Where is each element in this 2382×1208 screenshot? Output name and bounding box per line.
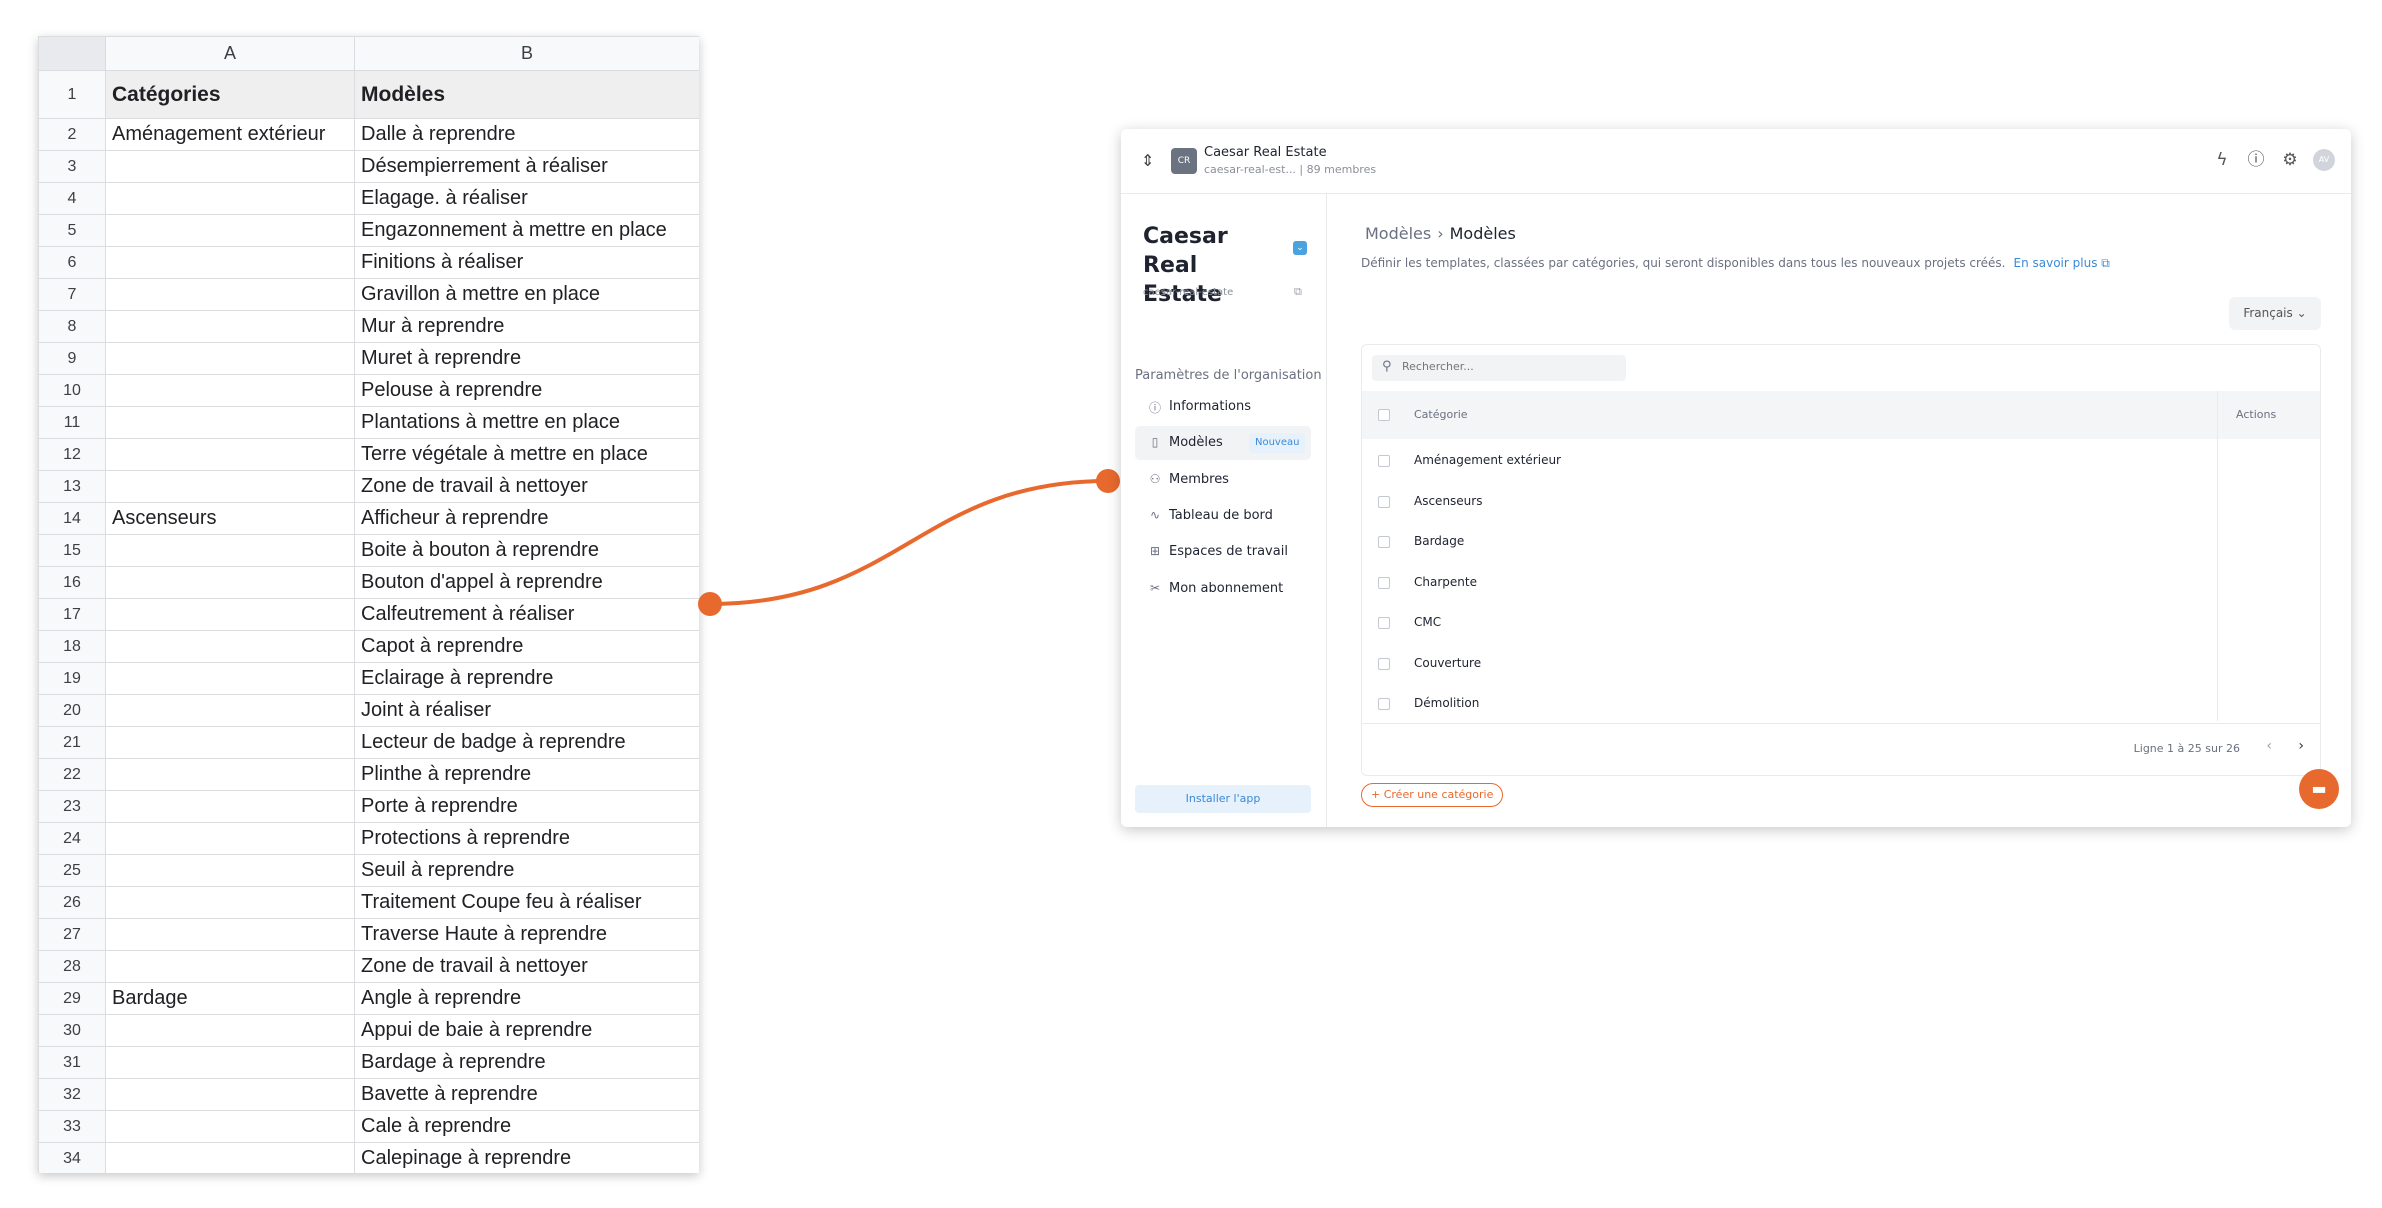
main-content: Modèles › Modèles Définir les templates, c… [1327, 194, 2351, 827]
row-checkbox[interactable] [1378, 536, 1390, 548]
row-checkbox[interactable] [1378, 495, 1390, 508]
sidebar-item-informations[interactable]: ⓘ Informations [1135, 390, 1311, 424]
sidebar-item-label: Espaces de travail [1169, 544, 1288, 559]
row-checkbox[interactable] [1378, 657, 1390, 670]
chat-icon: ▬ [2311, 779, 2327, 798]
breadcrumb: Modèles › Modèles [1365, 224, 1516, 243]
list-item[interactable]: Démolition [1362, 683, 2216, 724]
gear-icon[interactable]: ⚙ [2279, 149, 2301, 171]
list-item[interactable]: CMC [1362, 602, 2216, 643]
column-header-category[interactable]: Catégorie [1414, 408, 1468, 421]
table-footer: Ligne 1 à 25 sur 26 ‹ › [1362, 723, 2320, 774]
list-item[interactable]: Bardage [1362, 521, 2216, 562]
breadcrumb-current: Modèles [1449, 224, 1516, 243]
create-category-button[interactable]: + Créer une catégorie [1361, 783, 1504, 807]
pagination-text: Ligne 1 à 25 sur 26 [2133, 742, 2240, 755]
sidebar-item-espaces-de-travail[interactable]: ⊞ Espaces de travail [1135, 535, 1311, 569]
app-window: ⇕ CR Caesar Real Estate caesar-real-est.… [1121, 129, 2351, 827]
new-badge: Nouveau [1249, 433, 1306, 453]
activity-icon: ∿ [1149, 508, 1161, 522]
search-box[interactable]: ⚲ [1372, 355, 1626, 381]
plus-icon: + [1371, 788, 1381, 801]
row-checkbox[interactable] [1378, 455, 1390, 467]
language-label: Français [2243, 306, 2293, 320]
sidebar-item-label: Informations [1169, 399, 1252, 414]
row-checkbox[interactable] [1378, 698, 1390, 710]
chat-button[interactable]: ▬ [2299, 769, 2339, 809]
list-item[interactable]: Charpente [1362, 562, 2216, 603]
info-icon: ⓘ [1148, 401, 1161, 415]
book-icon: ▯ [1151, 435, 1159, 449]
chevron-right-icon[interactable]: › [2298, 738, 2304, 754]
learn-more-link[interactable]: En savoir plus ⧉ [2014, 256, 2110, 270]
sidebar: Caesar Real Estate ⌄ caesar-real-estate … [1121, 194, 1327, 827]
category-name: CMC [1414, 615, 1442, 629]
chevron-left-icon[interactable]: ‹ [2266, 738, 2272, 754]
column-divider [2217, 391, 2218, 721]
category-name: Charpente [1414, 574, 1477, 589]
list-item[interactable]: Aménagement extérieur [1362, 440, 2216, 481]
description-text: Définir les templates, classées par caté… [1361, 256, 2006, 270]
category-name: Bardage [1414, 534, 1465, 548]
sidebar-item-modeles[interactable]: ▯ Modèles Nouveau [1135, 426, 1311, 460]
category-name: Aménagement extérieur [1414, 453, 1561, 467]
search-input[interactable] [1400, 359, 1614, 374]
workspace-slug: caesar-real-estate [1143, 287, 1234, 298]
table-header: Catégorie Actions [1362, 391, 2320, 439]
org-subtitle: caesar-real-est... | 89 membres [1204, 163, 1377, 176]
categories-table: ⚲ Catégorie Actions Aménagement extérieu… [1361, 344, 2321, 776]
page-description: Définir les templates, classées par caté… [1361, 256, 2110, 271]
category-name: Démolition [1414, 696, 1480, 710]
chevron-down-icon: ⌄ [2296, 306, 2307, 320]
category-name: Couverture [1414, 655, 1482, 670]
row-checkbox[interactable] [1378, 617, 1390, 629]
connector-start-dot [698, 592, 722, 616]
column-header-actions: Actions [2236, 408, 2277, 421]
category-name: Ascenseurs [1414, 493, 1483, 508]
copy-icon[interactable]: ⧉ [1294, 285, 1302, 299]
sidebar-item-label: Mon abonnement [1169, 581, 1284, 596]
top-bar: ⇕ CR Caesar Real Estate caesar-real-est.… [1121, 129, 2351, 194]
connector-end-dot [1096, 469, 1120, 493]
sidebar-section-title: Paramètres de l'organisation [1135, 368, 1322, 383]
language-select[interactable]: Français ⌄ [2229, 297, 2321, 330]
grid-icon: ⊞ [1149, 544, 1161, 558]
workspace-dropdown-badge[interactable]: ⌄ [1293, 241, 1307, 255]
scissors-icon: ✂ [1149, 581, 1161, 595]
users-icon: ⚇ [1149, 472, 1161, 486]
org-logo: CR [1171, 148, 1197, 174]
sidebar-item-label: Membres [1169, 472, 1229, 487]
org-name[interactable]: Caesar Real Estate [1204, 145, 1327, 160]
breadcrumb-separator-icon: › [1437, 224, 1444, 243]
sidebar-item-tableau-de-bord[interactable]: ∿ Tableau de bord [1135, 499, 1311, 533]
row-checkbox[interactable] [1378, 576, 1390, 589]
sidebar-item-mon-abonnement[interactable]: ✂ Mon abonnement [1135, 572, 1311, 606]
breadcrumb-parent[interactable]: Modèles [1365, 224, 1431, 243]
external-link-icon: ⧉ [2101, 256, 2110, 270]
learn-more-label: En savoir plus [2013, 256, 2098, 270]
list-item[interactable]: Couverture [1362, 643, 2216, 684]
swap-icon[interactable]: ⇕ [1141, 151, 1154, 170]
search-icon: ⚲ [1382, 359, 1392, 374]
help-icon[interactable]: ⓘ [2245, 149, 2267, 171]
avatar[interactable]: AV [2313, 149, 2335, 171]
create-category-label: Créer une catégorie [1383, 788, 1494, 801]
sidebar-item-membres[interactable]: ⚇ Membres [1135, 463, 1311, 497]
select-all-checkbox[interactable] [1378, 409, 1390, 421]
list-item[interactable]: Ascenseurs [1362, 481, 2216, 522]
sidebar-item-label: Tableau de bord [1169, 508, 1273, 523]
bolt-icon[interactable]: ϟ [2211, 149, 2233, 171]
sidebar-item-label: Modèles [1169, 435, 1223, 450]
install-app-button[interactable]: Installer l'app [1135, 785, 1311, 813]
